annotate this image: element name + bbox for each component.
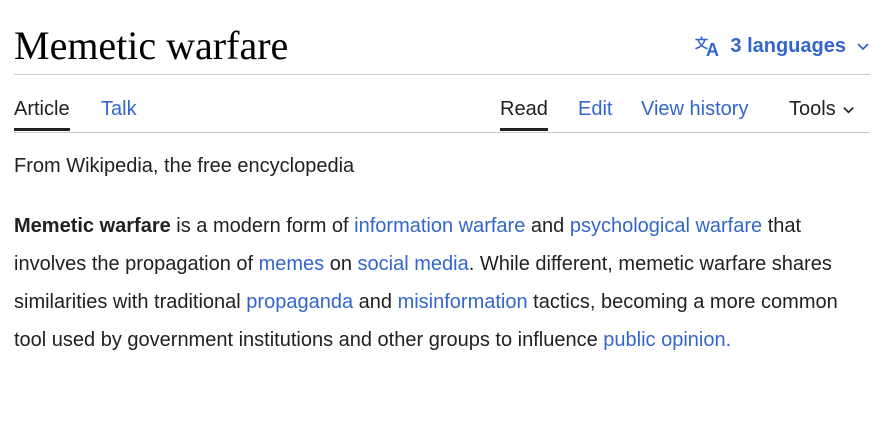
tab-talk[interactable]: Talk	[101, 96, 137, 122]
paragraph-text: on	[324, 253, 358, 275]
translate-icon: 文 A	[695, 36, 719, 58]
page-title: Memetic warfare	[14, 23, 289, 68]
tools-label: Tools	[789, 98, 836, 120]
tab-view-history[interactable]: View history	[641, 96, 748, 122]
page: Memetic warfare 文 A 3 languages Article …	[14, 0, 870, 351]
tab-article[interactable]: Article	[14, 96, 70, 131]
article-subject: Memetic warfare	[14, 215, 171, 237]
link-propaganda[interactable]: propaganda	[246, 291, 353, 313]
link-psychological-warfare[interactable]: psychological warfare	[570, 215, 762, 237]
site-tagline: From Wikipedia, the free encyclopedia	[14, 155, 355, 177]
chevron-down-icon	[857, 43, 869, 51]
link-public-opinion[interactable]: public opinion.	[603, 329, 731, 351]
paragraph-text: is a modern form of	[170, 215, 355, 237]
svg-text:A: A	[706, 40, 719, 58]
page-header: Memetic warfare 文 A 3 languages	[14, 0, 870, 75]
tools-menu[interactable]: Tools	[789, 96, 855, 122]
link-information-warfare[interactable]: information warfare	[354, 215, 525, 237]
page-tabs: Article Talk Read Edit View history Tool…	[14, 75, 870, 133]
link-memes[interactable]: memes	[259, 253, 325, 275]
link-social-media[interactable]: social media	[358, 253, 469, 275]
languages-button[interactable]: 文 A 3 languages	[694, 34, 870, 58]
chevron-down-icon	[842, 106, 854, 113]
languages-label: 3 languages	[730, 34, 846, 57]
tab-read[interactable]: Read	[500, 96, 548, 131]
paragraph-text: and	[353, 291, 398, 313]
link-misinformation[interactable]: misinformation	[398, 291, 528, 313]
tab-edit[interactable]: Edit	[578, 96, 612, 122]
lead-paragraph: Memetic warfare is a modern form of info…	[14, 207, 870, 359]
paragraph-text: and	[525, 215, 570, 237]
